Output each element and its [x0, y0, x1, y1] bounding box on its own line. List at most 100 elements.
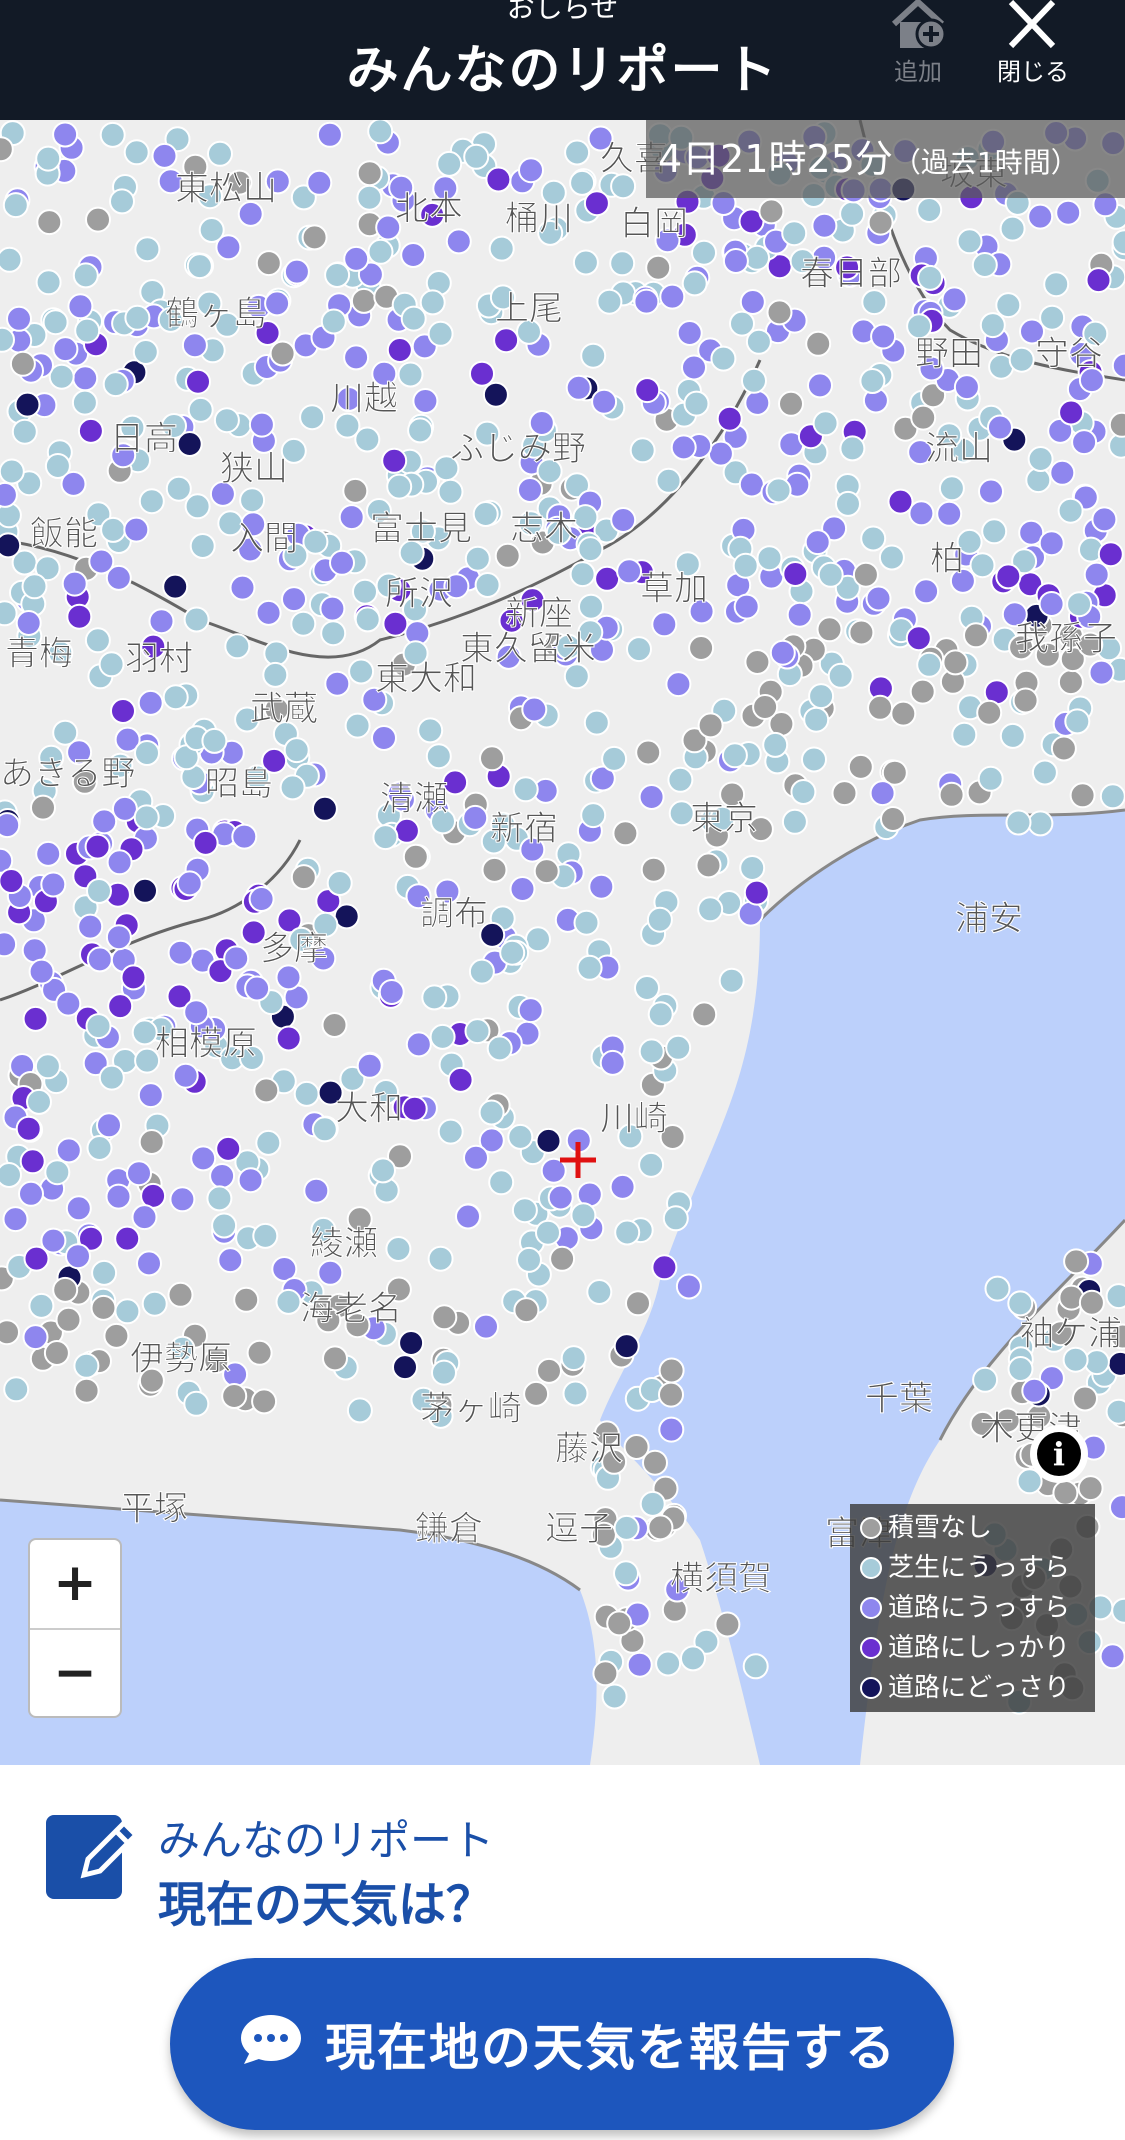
report-marker[interactable]: [756, 545, 783, 572]
report-marker[interactable]: [658, 1416, 685, 1443]
report-marker[interactable]: [2, 1206, 29, 1233]
report-marker[interactable]: [499, 939, 526, 966]
report-marker[interactable]: [472, 501, 499, 527]
report-marker[interactable]: [942, 649, 969, 676]
report-marker[interactable]: [831, 780, 858, 807]
report-marker[interactable]: [878, 544, 905, 571]
report-marker[interactable]: [103, 1322, 130, 1349]
report-marker[interactable]: [381, 447, 408, 474]
report-marker[interactable]: [283, 258, 310, 285]
report-marker[interactable]: [511, 1197, 538, 1224]
report-marker[interactable]: [165, 475, 192, 502]
report-marker[interactable]: [588, 873, 615, 900]
report-marker[interactable]: [535, 1127, 562, 1154]
report-marker[interactable]: [662, 1205, 689, 1232]
report-marker[interactable]: [596, 288, 623, 315]
report-marker[interactable]: [1027, 446, 1054, 472]
report-marker[interactable]: [1050, 735, 1077, 762]
report-marker[interactable]: [665, 1034, 692, 1061]
report-marker[interactable]: [67, 293, 94, 320]
report-marker[interactable]: [464, 1018, 491, 1045]
report-marker[interactable]: [1077, 1475, 1104, 1502]
report-marker[interactable]: [1083, 561, 1110, 588]
report-marker[interactable]: [808, 683, 835, 710]
report-marker[interactable]: [85, 1013, 112, 1040]
report-marker[interactable]: [346, 1397, 373, 1424]
report-marker[interactable]: [762, 731, 789, 758]
report-marker[interactable]: [367, 238, 394, 265]
report-marker[interactable]: [956, 228, 983, 255]
report-marker[interactable]: [123, 139, 150, 166]
report-marker[interactable]: [474, 572, 501, 598]
report-marker[interactable]: [405, 1031, 432, 1058]
report-marker[interactable]: [488, 1169, 515, 1196]
report-marker[interactable]: [262, 661, 289, 688]
report-marker[interactable]: [431, 1304, 458, 1331]
report-marker[interactable]: [321, 1012, 348, 1038]
report-marker[interactable]: [98, 1064, 125, 1091]
report-marker[interactable]: [110, 698, 136, 724]
report-marker[interactable]: [107, 993, 134, 1020]
report-marker[interactable]: [655, 1650, 682, 1677]
report-marker[interactable]: [1107, 1350, 1125, 1377]
report-marker[interactable]: [148, 608, 175, 635]
report-marker[interactable]: [181, 332, 208, 359]
report-marker[interactable]: [34, 1053, 61, 1080]
report-marker[interactable]: [99, 121, 126, 148]
report-marker[interactable]: [417, 717, 444, 744]
report-marker[interactable]: [183, 999, 210, 1026]
report-marker[interactable]: [516, 1246, 542, 1273]
report-marker[interactable]: [634, 377, 661, 404]
report-marker[interactable]: [105, 1183, 132, 1210]
report-marker[interactable]: [1108, 411, 1125, 438]
report-marker[interactable]: [419, 289, 446, 316]
report-marker[interactable]: [478, 1099, 505, 1126]
report-marker[interactable]: [1027, 810, 1054, 837]
report-marker[interactable]: [293, 1080, 320, 1107]
report-marker[interactable]: [131, 1019, 158, 1046]
report-marker[interactable]: [132, 339, 159, 365]
report-marker[interactable]: [251, 1388, 278, 1415]
report-marker[interactable]: [938, 475, 965, 502]
report-marker[interactable]: [812, 410, 839, 437]
report-marker[interactable]: [162, 684, 189, 711]
report-marker[interactable]: [0, 931, 18, 958]
report-marker[interactable]: [1091, 506, 1118, 533]
report-marker[interactable]: [549, 1245, 576, 1272]
report-marker[interactable]: [745, 328, 772, 355]
report-marker[interactable]: [72, 365, 99, 392]
report-marker[interactable]: [303, 1177, 330, 1204]
report-marker[interactable]: [839, 435, 866, 462]
report-marker[interactable]: [562, 1380, 589, 1407]
report-marker[interactable]: [86, 946, 113, 973]
zoom-out-button[interactable]: −: [30, 1630, 120, 1718]
report-marker[interactable]: [626, 1651, 653, 1678]
report-marker[interactable]: [979, 312, 1006, 339]
report-marker[interactable]: [189, 533, 216, 559]
report-marker[interactable]: [378, 979, 405, 1005]
report-marker[interactable]: [185, 368, 211, 395]
report-marker[interactable]: [90, 1294, 117, 1321]
report-marker[interactable]: [137, 1082, 164, 1109]
report-marker[interactable]: [36, 209, 63, 236]
report-marker[interactable]: [867, 209, 894, 236]
report-marker[interactable]: [1066, 591, 1093, 618]
report-marker[interactable]: [468, 958, 495, 985]
report-marker[interactable]: [84, 833, 111, 860]
report-marker[interactable]: [352, 578, 378, 605]
report-marker[interactable]: [11, 418, 38, 445]
report-marker[interactable]: [606, 1610, 633, 1637]
report-marker[interactable]: [246, 1339, 273, 1366]
report-marker[interactable]: [66, 603, 93, 630]
report-marker[interactable]: [817, 561, 844, 588]
report-marker[interactable]: [290, 610, 317, 637]
report-marker[interactable]: [969, 552, 996, 579]
report-marker[interactable]: [1071, 429, 1098, 456]
report-marker[interactable]: [811, 212, 838, 239]
report-marker[interactable]: [85, 206, 111, 233]
report-marker[interactable]: [778, 390, 804, 417]
report-marker[interactable]: [74, 317, 101, 344]
report-marker[interactable]: [860, 525, 887, 552]
report-marker[interactable]: [402, 843, 429, 870]
report-marker[interactable]: [1027, 203, 1054, 230]
